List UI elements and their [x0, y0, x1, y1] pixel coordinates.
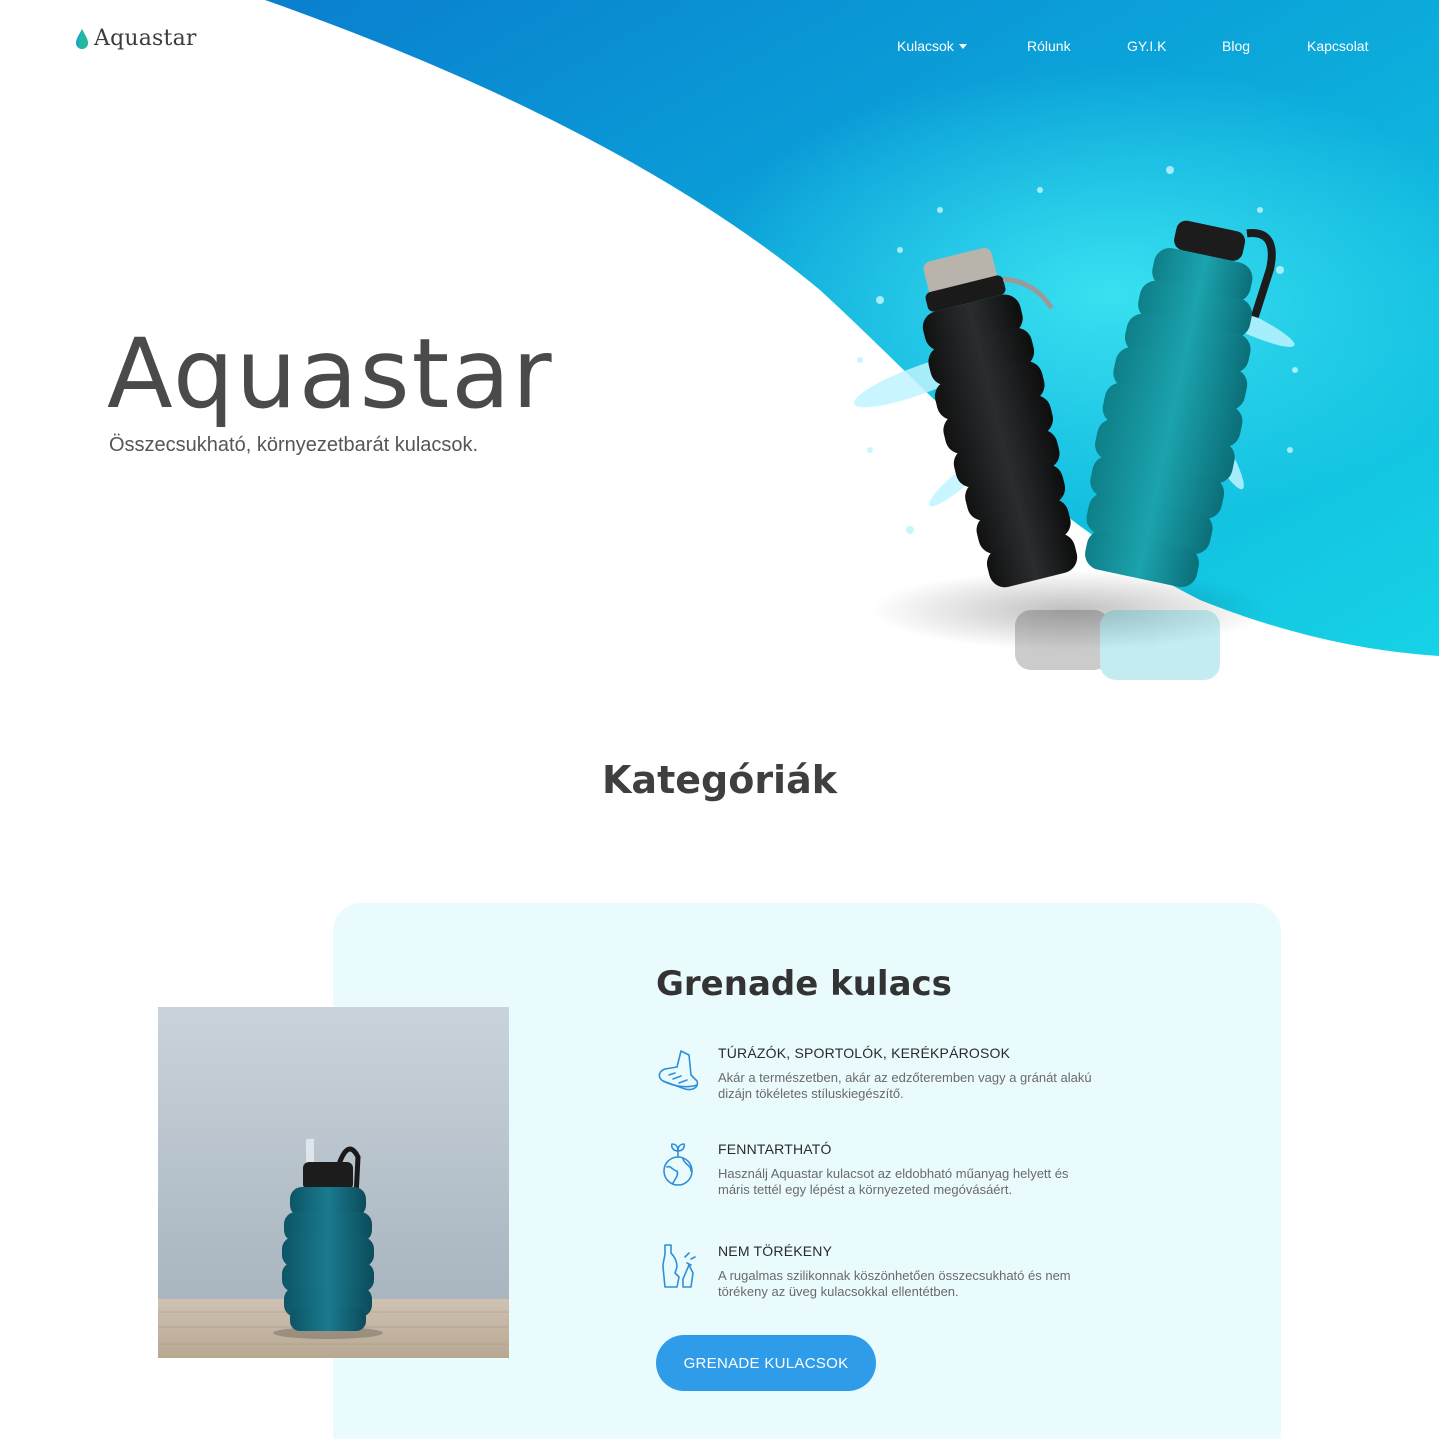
- nav-item-kulacsok[interactable]: Kulacsok: [897, 38, 967, 54]
- feature-text: Használj Aquastar kulacsot az eldobható …: [718, 1166, 1069, 1197]
- grenade-bottle-photo: [158, 1007, 509, 1358]
- caret-down-icon: [958, 44, 967, 49]
- categories-heading: Kategóriák: [601, 758, 837, 802]
- feature-title: TÚRÁZÓK, SPORTOLÓK, KERÉKPÁROSOK: [718, 1045, 1011, 1061]
- hero-title: Aquastar: [107, 318, 554, 430]
- grenade-bottles-button[interactable]: GRENADE KULACSOK: [656, 1335, 876, 1391]
- feature-title: FENNTARTHATÓ: [718, 1141, 832, 1157]
- feature-item: TÚRÁZÓK, SPORTOLÓK, KERÉKPÁROSOK Akár a …: [655, 1045, 1095, 1105]
- feature-item: FENNTARTHATÓ Használj Aquastar kulacsot …: [655, 1141, 1095, 1201]
- nav-item-rolunk[interactable]: Rólunk: [1027, 38, 1071, 54]
- nav-item-label: Kulacsok: [897, 38, 954, 54]
- running-shoe-icon: [658, 1050, 699, 1091]
- nav-item-blog[interactable]: Blog: [1222, 38, 1250, 54]
- broken-bottle-icon: [662, 1244, 696, 1288]
- feature-title: NEM TÖRÉKENY: [718, 1243, 833, 1259]
- brand-logo[interactable]: Aquastar: [74, 26, 197, 51]
- hero-bottles-image: [854, 166, 1298, 680]
- logo-text: Aquastar: [94, 26, 197, 51]
- earth-plant-icon: [663, 1143, 693, 1186]
- water-drop-icon: [76, 28, 88, 49]
- feature-item: NEM TÖRÉKENY A rugalmas szilikonnak kösz…: [655, 1243, 1095, 1303]
- nav-item-kapcsolat[interactable]: Kapcsolat: [1307, 38, 1368, 54]
- hero-subtitle: Összecsukható, környezetbarát kulacsok.: [109, 434, 479, 456]
- feature-text: Akár a természetben, akár az edzőterembe…: [718, 1070, 1092, 1101]
- card-title: Grenade kulacs: [656, 964, 952, 1004]
- nav-item-gyik[interactable]: GY.I.K: [1127, 38, 1166, 54]
- feature-text: A rugalmas szilikonnak köszönhetően össz…: [718, 1268, 1071, 1299]
